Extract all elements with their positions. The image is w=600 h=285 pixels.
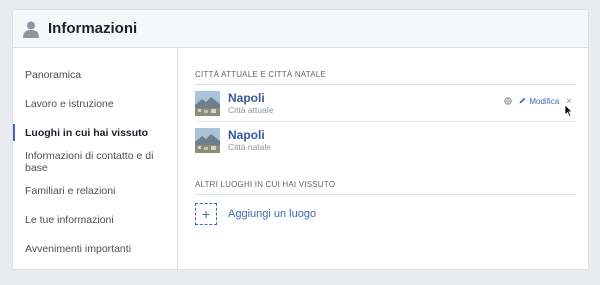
sidebar-item-places-lived[interactable]: Luoghi in cui hai vissuto: [13, 118, 177, 147]
place-row-current-city: Napoli Città attuale Modifica ×: [195, 85, 576, 122]
place-row-hometown: Napoli Città natale: [195, 122, 576, 158]
main-content: CITTÀ ATTUALE E CITTÀ NATALE Napoli Citt…: [178, 48, 588, 269]
about-card: Informazioni Panoramica Lavoro e istruzi…: [12, 9, 589, 270]
place-name[interactable]: Napoli: [228, 91, 273, 105]
section-heading-current-hometown: CITTÀ ATTUALE E CITTÀ NATALE: [195, 70, 576, 85]
add-place-button[interactable]: + Aggiungi un luogo: [195, 203, 576, 225]
mouse-pointer-icon: [564, 104, 574, 122]
sidebar-item-overview[interactable]: Panoramica: [13, 60, 177, 89]
sidebar: Panoramica Lavoro e istruzione Luoghi in…: [13, 48, 178, 269]
plus-icon: +: [195, 203, 217, 225]
row-actions: Modifica ×: [504, 96, 572, 107]
sidebar-item-contact-info[interactable]: Informazioni di contatto e di base: [13, 147, 177, 176]
pencil-icon: [519, 97, 526, 106]
city-thumbnail[interactable]: [195, 127, 220, 153]
place-subtitle: Città attuale: [228, 104, 274, 115]
place-name[interactable]: Napoli: [228, 128, 271, 142]
sidebar-item-work-education[interactable]: Lavoro e istruzione: [13, 89, 177, 118]
section-heading-other-places: ALTRI LUOGHI IN CUI HAI VISSUTO: [195, 180, 576, 195]
page-title: Informazioni: [48, 20, 138, 37]
place-subtitle: Città natale: [228, 141, 271, 152]
add-place-label: Aggiungi un luogo: [228, 208, 317, 220]
user-icon: [22, 20, 40, 38]
sidebar-item-your-info[interactable]: Le tue informazioni: [13, 205, 177, 234]
city-thumbnail[interactable]: [195, 90, 220, 116]
edit-button[interactable]: Modifica: [519, 97, 559, 106]
card-header: Informazioni: [13, 10, 588, 48]
sidebar-item-life-events[interactable]: Avvenimenti importanti: [13, 234, 177, 263]
edit-label: Modifica: [529, 97, 560, 106]
sidebar-item-family[interactable]: Familiari e relazioni: [13, 176, 177, 205]
globe-icon[interactable]: [504, 96, 513, 107]
